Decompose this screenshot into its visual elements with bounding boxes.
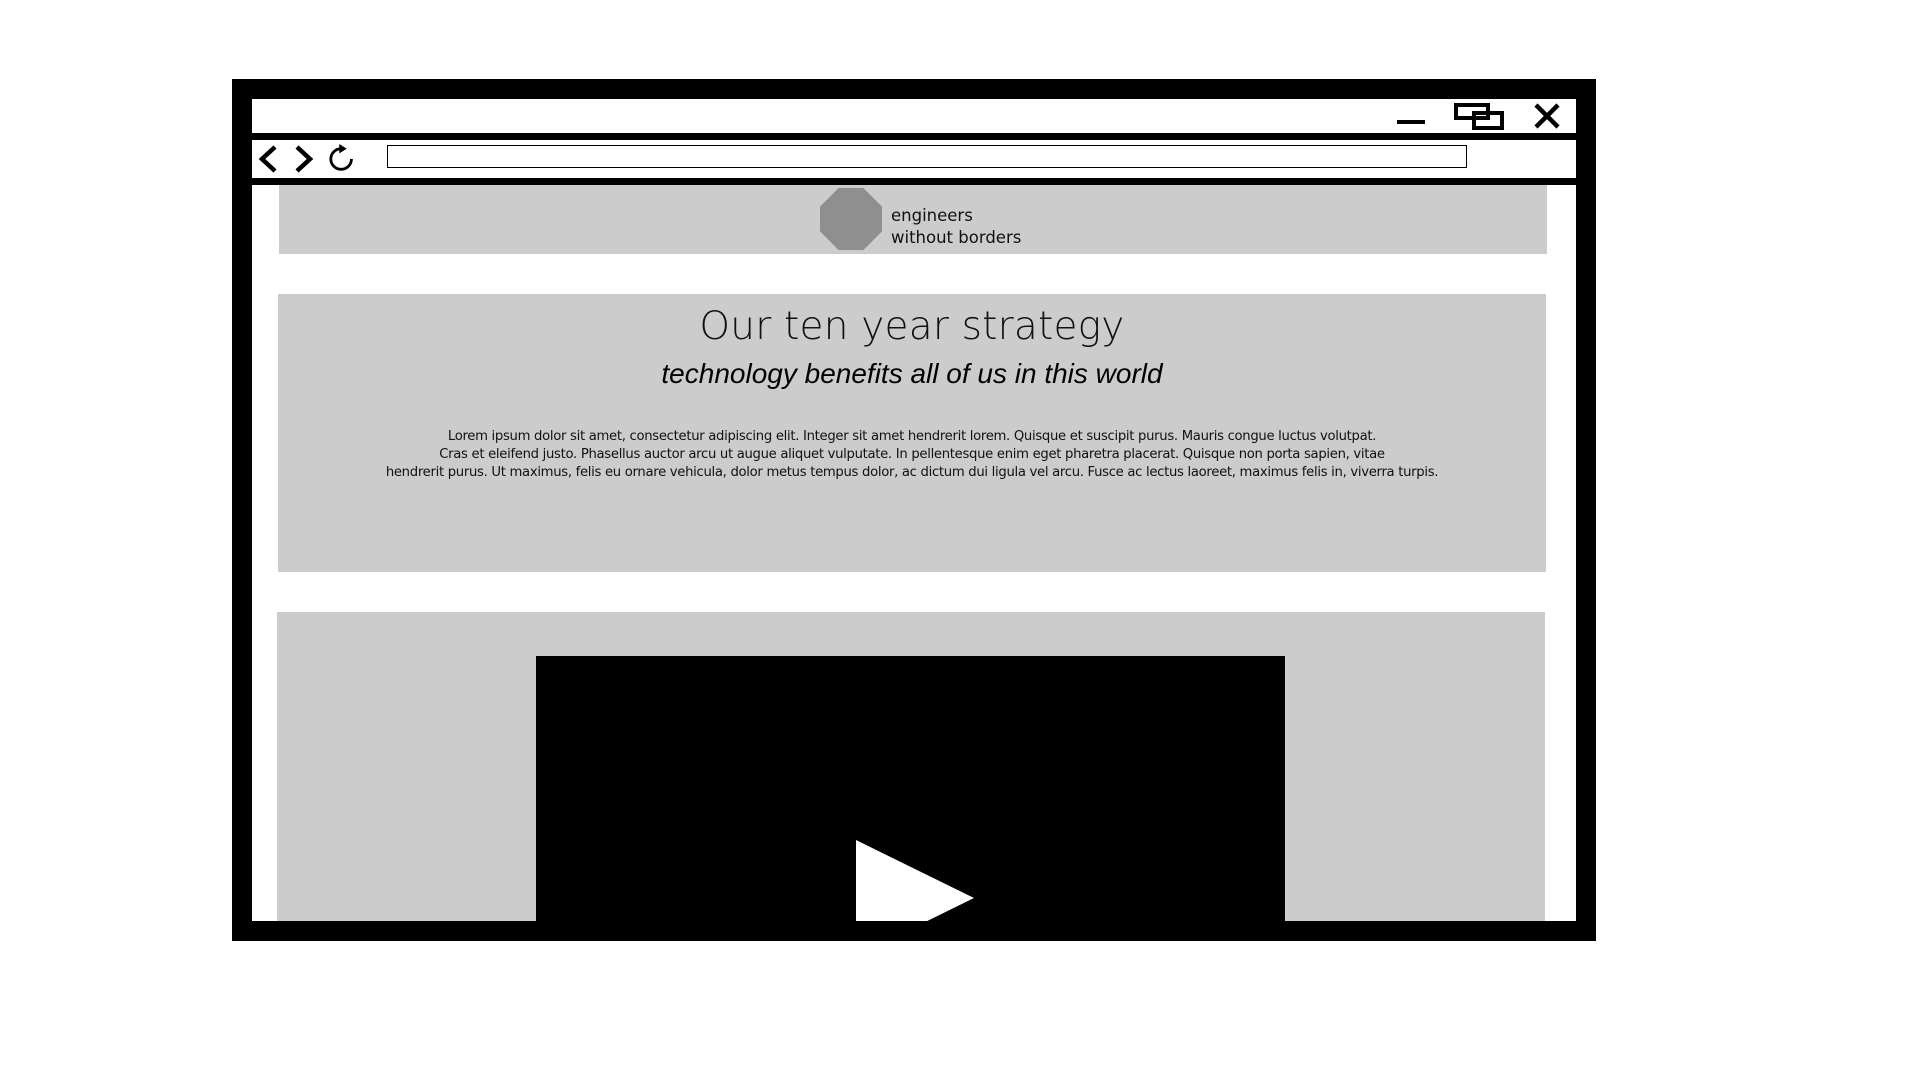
logo-line-1: engineers [891,206,973,225]
site-header: engineers without borders [279,185,1547,254]
page-viewport: engineers without borders Our ten year s… [252,185,1576,921]
title-bar[interactable] [252,99,1576,133]
maximize-button[interactable] [1447,99,1511,133]
media-section [277,612,1545,921]
play-icon[interactable] [856,840,974,921]
chevron-right-icon [295,145,314,173]
close-icon [1533,103,1560,129]
minimize-icon [1397,120,1425,124]
back-button[interactable] [254,140,284,178]
forward-button[interactable] [288,140,318,178]
close-button[interactable] [1517,99,1576,133]
chevron-left-icon [258,145,277,173]
octagon-logo-icon[interactable] [820,188,882,250]
paragraph-line: hendrerit purus. Ut maximus, felis eu or… [385,465,1439,480]
restore-icon [1454,103,1504,130]
logo-line-2: without borders [891,228,1022,247]
reload-icon [329,144,353,171]
minimize-button[interactable] [1381,99,1441,133]
reload-button[interactable] [328,140,358,178]
site-logo-text[interactable]: engineers without borders [891,205,1021,249]
address-bar[interactable] [387,145,1467,168]
hero-paragraph: Lorem ipsum dolor sit amet, consectetur … [378,428,1446,482]
hero-section: Our ten year strategy technology benefit… [278,294,1546,572]
video-player[interactable] [536,656,1285,921]
paragraph-line: Lorem ipsum dolor sit amet, consectetur … [447,429,1377,444]
page-title: Our ten year strategy [699,304,1125,349]
paragraph-line: Cras et eleifend justo. Phasellus auctor… [439,447,1385,462]
browser-window: engineers without borders Our ten year s… [232,79,1596,941]
page-subtitle: technology benefits all of us in this wo… [661,358,1163,389]
